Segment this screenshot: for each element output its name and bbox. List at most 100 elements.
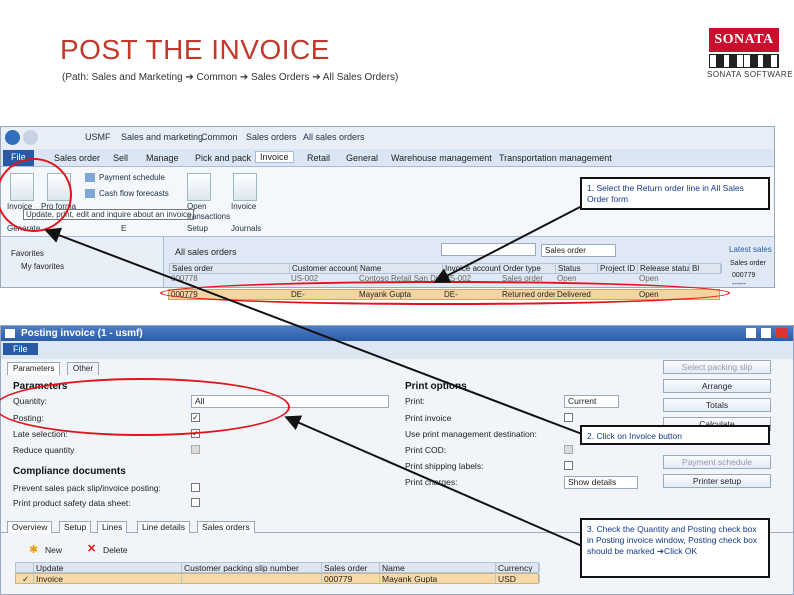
new-icon: ✱ <box>29 544 39 556</box>
column-mark[interactable] <box>16 563 34 572</box>
column-currency[interactable]: Currency <box>496 563 540 572</box>
breadcrumb-all-sales-orders[interactable]: All sales orders <box>303 132 365 142</box>
back-icon[interactable] <box>5 130 20 145</box>
breadcrumb-sales-orders[interactable]: Sales orders <box>246 132 297 142</box>
column-status[interactable]: Status <box>556 264 598 273</box>
prevent-posting-checkbox[interactable] <box>191 483 200 492</box>
cash-flow-button[interactable]: Cash flow forecasts <box>99 189 169 198</box>
totals-button[interactable]: Totals <box>663 398 771 412</box>
print-invoice-checkbox[interactable] <box>564 413 573 422</box>
tab-line-details[interactable]: Line details <box>137 521 191 533</box>
column-sales-order[interactable]: Sales order <box>322 563 380 572</box>
reduce-quantity-label: Reduce quantity <box>13 445 75 455</box>
tab-sales-orders[interactable]: Sales orders <box>197 521 255 533</box>
print-select[interactable]: Current <box>564 395 619 408</box>
window-app-icon <box>5 329 15 338</box>
printer-setup-button[interactable]: Printer setup <box>663 474 771 488</box>
column-sales-order[interactable]: Sales order <box>170 264 290 273</box>
reduce-quantity-checkbox[interactable] <box>191 445 200 454</box>
delete-button[interactable]: Delete <box>103 545 128 555</box>
menu-bar: File <box>1 341 793 359</box>
payment-schedule-icon <box>85 173 95 182</box>
column-name[interactable]: Name <box>380 563 496 572</box>
breadcrumb-common[interactable]: Common <box>201 132 238 142</box>
invoice-journal-button[interactable]: Invoice <box>231 202 256 211</box>
breadcrumb-sales-marketing[interactable]: Sales and marketing <box>121 132 203 142</box>
print-cod-checkbox[interactable] <box>564 445 573 454</box>
column-project-id[interactable]: Project ID <box>598 264 638 273</box>
callout-step-2: 2. Click on Invoice button <box>580 425 770 445</box>
print-shipping-labels-checkbox[interactable] <box>564 461 573 470</box>
cash-flow-icon <box>85 189 95 198</box>
print-charges-label: Print charges: <box>405 477 458 487</box>
column-packing-slip[interactable]: Customer packing slip number <box>182 563 322 572</box>
invoice-lines-header: Update Customer packing slip number Sale… <box>15 562 540 573</box>
tab-parameters[interactable]: Parameters <box>7 362 61 375</box>
ribbon-tabs: File Sales order Sell Manage Pick and pa… <box>1 149 774 167</box>
payment-schedule-button[interactable]: Payment schedule <box>663 455 771 469</box>
close-icon[interactable] <box>776 328 788 338</box>
tab-pick-and-pack[interactable]: Pick and pack <box>195 153 251 163</box>
column-invoice-account[interactable]: Invoice account <box>443 264 501 273</box>
navigation-path: (Path: Sales and Marketing ➔ Common ➔ Sa… <box>62 72 399 83</box>
tab-general[interactable]: General <box>346 153 378 163</box>
group-label-setup: Setup <box>187 224 208 233</box>
print-charges-select[interactable]: Show details <box>564 476 638 489</box>
tab-lines[interactable]: Lines <box>97 521 128 533</box>
latest-sales-column: Sales order <box>730 260 766 267</box>
print-safety-label: Print product safety data sheet: <box>13 498 131 508</box>
column-release-status[interactable]: Release status <box>638 264 690 273</box>
print-label: Print: <box>405 396 425 406</box>
navigation-pane: Favorites My favorites <box>1 237 164 287</box>
tab-setup[interactable]: Setup <box>59 521 92 533</box>
column-name[interactable]: Name <box>358 264 443 273</box>
breadcrumb-usmf[interactable]: USMF <box>85 132 111 142</box>
invoice-line-row[interactable]: ✓ Invoice 000779 Mayank Gupta USD <box>15 573 540 584</box>
arrange-button[interactable]: Arrange <box>663 379 771 393</box>
compliance-header: Compliance documents <box>13 466 126 477</box>
row-update: Invoice <box>34 574 182 583</box>
favorites-header[interactable]: Favorites <box>11 249 44 258</box>
column-bl[interactable]: Bl <box>690 264 722 273</box>
latest-sales-value[interactable]: 000779 <box>732 272 755 279</box>
print-invoice-label: Print invoice <box>405 413 452 423</box>
payment-schedule-button[interactable]: Payment schedule <box>99 173 165 182</box>
row-name: Mayank Gupta <box>380 574 496 583</box>
list-search-input[interactable] <box>441 243 536 256</box>
print-options-header: Print options <box>405 381 467 392</box>
filter-field-combo[interactable]: Sales order <box>541 244 616 257</box>
delete-icon: ✕ <box>87 543 97 555</box>
tab-sales-order[interactable]: Sales order <box>54 153 100 163</box>
new-button[interactable]: New <box>45 545 62 555</box>
use-print-management-label: Use print management destination: <box>405 429 537 439</box>
minimize-icon[interactable] <box>746 328 756 338</box>
column-customer-account[interactable]: Customer account <box>290 264 358 273</box>
column-update[interactable]: Update <box>34 563 182 572</box>
file-menu[interactable]: File <box>3 343 38 355</box>
open-transactions-button[interactable]: Open transactions <box>187 202 230 222</box>
tab-manage[interactable]: Manage <box>146 153 179 163</box>
tab-transportation-management[interactable]: Transportation management <box>499 153 612 163</box>
maximize-icon[interactable] <box>761 328 771 338</box>
page-title: POST THE INVOICE <box>60 34 330 65</box>
group-label-journals: Journals <box>231 224 262 233</box>
row-sales-order: 000779 <box>322 574 380 583</box>
address-bar: USMF Sales and marketing Common Sales or… <box>1 127 774 149</box>
list-title: All sales orders <box>175 247 237 257</box>
column-order-type[interactable]: Order type <box>501 264 556 273</box>
tab-sell[interactable]: Sell <box>113 153 128 163</box>
open-transactions-icon[interactable] <box>187 173 211 201</box>
row-mark-checkbox[interactable]: ✓ <box>16 574 34 583</box>
tab-other[interactable]: Other <box>67 362 100 375</box>
tab-overview[interactable]: Overview <box>7 521 53 533</box>
select-packing-slip-button[interactable]: Select packing slip <box>663 360 771 374</box>
my-favorites-item[interactable]: My favorites <box>21 262 64 271</box>
tab-warehouse-management[interactable]: Warehouse management <box>391 153 492 163</box>
invoice-journal-icon[interactable] <box>233 173 257 201</box>
window-title: Posting invoice (1 - usmf) <box>1 326 793 341</box>
print-shipping-labels-label: Print shipping labels: <box>405 461 484 471</box>
tab-invoice[interactable]: Invoice <box>255 151 294 163</box>
tab-retail[interactable]: Retail <box>307 153 330 163</box>
print-safety-checkbox[interactable] <box>191 498 200 507</box>
forward-icon[interactable] <box>23 130 38 145</box>
